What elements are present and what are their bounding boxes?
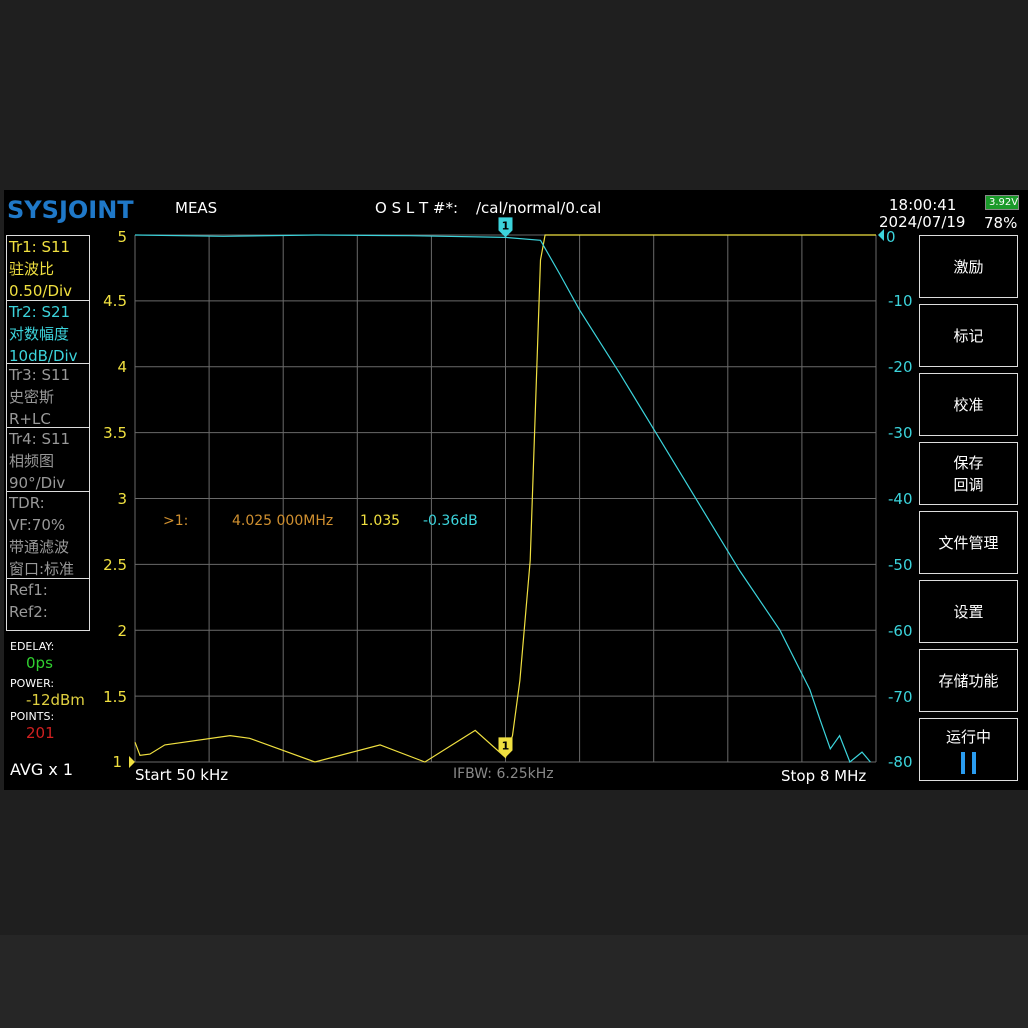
vna-screen: SYSJOINT MEAS O S L T #*: /cal/normal/0.… <box>4 190 1028 790</box>
plot-area[interactable]: 11 <box>4 190 1028 790</box>
marker-1-s21-number: 1 <box>502 219 510 232</box>
settings-button[interactable]: 设置 <box>919 580 1018 643</box>
button-label: 运行中 <box>945 727 991 746</box>
marker-s21: -0.36dB <box>423 513 478 529</box>
button-label: 激励 <box>953 257 984 276</box>
stop-frequency[interactable]: Stop 8 MHz <box>781 767 866 785</box>
button-label: 文件管理 <box>938 533 999 552</box>
button-label: 标记 <box>953 326 984 345</box>
storage-button[interactable]: 存储功能 <box>919 649 1018 712</box>
marker-frequency: 4.025 000MHz <box>232 513 334 529</box>
ref-arrow-right-icon <box>878 229 884 241</box>
stimulus-button[interactable]: 激励 <box>919 235 1018 298</box>
calibration-button[interactable]: 校准 <box>919 373 1018 436</box>
marker-swr: 1.035 <box>360 513 401 529</box>
run-pause-button[interactable]: 运行中 <box>919 718 1018 781</box>
file-manager-button[interactable]: 文件管理 <box>919 511 1018 574</box>
marker-label: >1: <box>163 513 189 529</box>
button-label: 设置 <box>953 602 984 621</box>
button-label: 保存 回调 <box>953 453 984 494</box>
start-frequency[interactable]: Start 50 kHz <box>135 766 228 784</box>
background-band <box>0 935 1028 1028</box>
pause-icon <box>961 751 976 774</box>
save-recall-button[interactable]: 保存 回调 <box>919 442 1018 505</box>
marker-1-swr-number: 1 <box>502 739 510 752</box>
marker-button[interactable]: 标记 <box>919 304 1018 367</box>
button-label: 校准 <box>953 395 984 414</box>
ifbw: IFBW: 6.25kHz <box>453 766 554 782</box>
button-label: 存储功能 <box>938 671 999 690</box>
